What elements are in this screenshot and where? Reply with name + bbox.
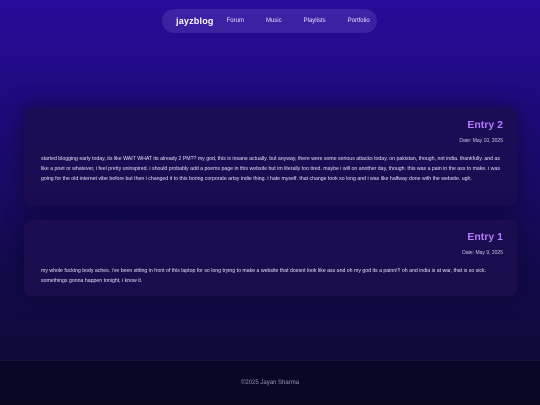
entry-title: Entry 1 [467,231,503,243]
site-logo[interactable]: jayzblog [176,16,214,26]
entry-date: Date: May 10, 2025 [459,138,503,144]
entry-body: my whole fucking body aches. i've been s… [41,268,487,285]
blog-entry-card: Entry 1 Date: May 9, 2025 my whole fucki… [24,220,517,296]
page-footer: ©2025 Jayan Sharma [0,360,540,405]
blog-entry-card: Entry 2 Date: May 10, 2025 started blogg… [24,108,517,206]
nav-link-portfolio[interactable]: Portfolio [348,18,370,24]
entry-body: started blogging early today, its like W… [41,156,500,183]
entry-date: Date: May 9, 2025 [462,250,503,256]
top-navbar: jayzblog Forum Music Playlists Portfolio [162,9,377,33]
nav-link-music[interactable]: Music [266,18,282,24]
footer-copyright: ©2025 Jayan Sharma [240,380,300,386]
nav-link-forum[interactable]: Forum [227,18,244,24]
entry-title: Entry 2 [467,119,503,131]
nav-link-playlists[interactable]: Playlists [304,18,326,24]
